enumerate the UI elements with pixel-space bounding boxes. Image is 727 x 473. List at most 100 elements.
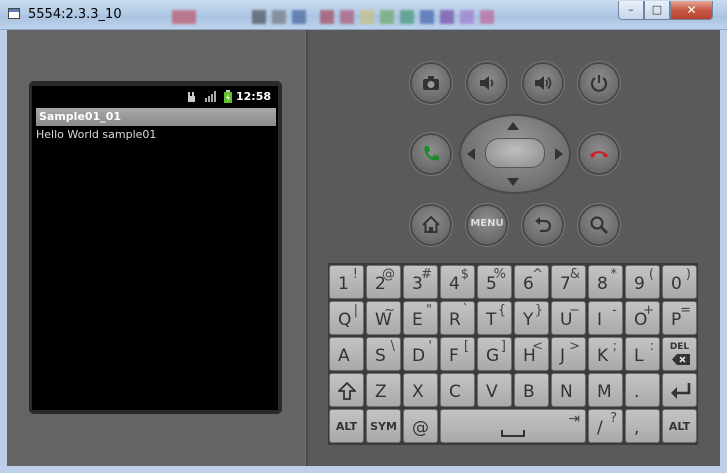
key-slash[interactable]: /?: [588, 409, 623, 443]
window-frame: [720, 30, 727, 466]
back-button[interactable]: [522, 204, 564, 246]
qwerty-keyboard: 1! 2 @ 3 # 4 $ 5% 6 ^ 7 & 8 * 9( 0) Q | W ~ E " R…: [328, 263, 698, 445]
key-o[interactable]: O +: [625, 301, 660, 335]
dpad-center-button[interactable]: [485, 138, 545, 168]
key-enter[interactable]: [662, 373, 697, 407]
key-l[interactable]: L:: [625, 337, 660, 371]
power-icon: [590, 75, 608, 92]
shift-icon: [338, 382, 356, 400]
blurred-background: [380, 10, 394, 24]
key-i[interactable]: I-: [588, 301, 623, 335]
key-period[interactable]: .: [625, 373, 660, 407]
key-comma[interactable]: ,: [625, 409, 660, 443]
blurred-background: [360, 10, 374, 24]
minimize-button[interactable]: –: [618, 1, 644, 20]
key-alt-right[interactable]: ALT: [662, 409, 697, 443]
key-at[interactable]: @: [403, 409, 438, 443]
key-u[interactable]: U −: [551, 301, 586, 335]
call-button[interactable]: [410, 133, 452, 175]
key-q[interactable]: Q |: [329, 301, 364, 335]
power-button[interactable]: [578, 62, 620, 104]
key-del[interactable]: DEL: [662, 337, 697, 371]
dpad-up-icon[interactable]: [507, 122, 519, 130]
camera-button[interactable]: [410, 62, 452, 104]
camera-icon: [423, 76, 439, 90]
key-w[interactable]: W ~: [366, 301, 401, 335]
blurred-background: [420, 10, 434, 24]
blurred-background: [440, 10, 454, 24]
blurred-background: [400, 10, 414, 24]
app-title: Sample01_01: [39, 110, 122, 123]
key-h[interactable]: H <: [514, 337, 549, 371]
volume-down-button[interactable]: [466, 62, 508, 104]
maximize-button[interactable]: □: [644, 1, 670, 20]
enter-icon: [671, 383, 691, 399]
key-y[interactable]: Y}: [514, 301, 549, 335]
key-s[interactable]: S \: [366, 337, 401, 371]
key-a[interactable]: A: [329, 337, 364, 371]
end-call-icon: [590, 151, 608, 158]
key-b[interactable]: B: [514, 373, 549, 407]
blurred-background: [320, 10, 334, 24]
key-r[interactable]: R `: [440, 301, 475, 335]
volume-up-button[interactable]: [522, 62, 564, 104]
key-space[interactable]: ⇥: [440, 409, 586, 443]
key-d[interactable]: D ': [403, 337, 438, 371]
volume-down-icon: [480, 76, 494, 90]
key-f[interactable]: F[: [440, 337, 475, 371]
key-5[interactable]: 5%: [477, 265, 512, 299]
key-v[interactable]: V: [477, 373, 512, 407]
end-call-button[interactable]: [578, 133, 620, 175]
key-m[interactable]: M: [588, 373, 623, 407]
menu-button[interactable]: MENU: [466, 204, 508, 246]
blurred-background: [272, 10, 286, 24]
key-j[interactable]: J >: [551, 337, 586, 371]
key-shift[interactable]: [329, 373, 364, 407]
key-t[interactable]: T{: [477, 301, 512, 335]
menu-label: MENU: [470, 218, 504, 229]
window-frame: [0, 30, 7, 466]
status-time: 12:58: [235, 90, 271, 103]
key-e[interactable]: E ": [403, 301, 438, 335]
backspace-icon: [672, 354, 690, 365]
blurred-background: [480, 10, 494, 24]
window-frame: [0, 466, 727, 473]
key-k[interactable]: K;: [588, 337, 623, 371]
key-4[interactable]: 4 $: [440, 265, 475, 299]
key-8[interactable]: 8 *: [588, 265, 623, 299]
blurred-background: [460, 10, 474, 24]
key-z[interactable]: Z: [366, 373, 401, 407]
key-n[interactable]: N: [551, 373, 586, 407]
key-p[interactable]: P =: [662, 301, 697, 335]
key-3[interactable]: 3 #: [403, 265, 438, 299]
key-2[interactable]: 2 @: [366, 265, 401, 299]
key-c[interactable]: C: [440, 373, 475, 407]
search-button[interactable]: [578, 204, 620, 246]
signal-icon: [205, 91, 216, 102]
key-6[interactable]: 6 ^: [514, 265, 549, 299]
space-icon: [501, 430, 525, 437]
key-1[interactable]: 1!: [329, 265, 364, 299]
dpad-down-icon[interactable]: [507, 178, 519, 186]
blurred-background: [252, 10, 266, 24]
app-content-text: Hello World sample01: [36, 128, 157, 141]
home-button[interactable]: [410, 204, 452, 246]
key-sym[interactable]: SYM: [366, 409, 401, 443]
phone-screen[interactable]: 12:58 Sample01_01 Hello World sample01: [32, 86, 278, 410]
volume-up-icon: [535, 76, 552, 90]
app-icon: [8, 8, 20, 19]
blurred-background: [172, 10, 196, 24]
key-0[interactable]: 0): [662, 265, 697, 299]
window-titlebar[interactable]: 5554:2.3.3_10 – □ ✕: [0, 0, 727, 30]
battery-charging-icon: [224, 90, 232, 103]
blurred-background: [292, 10, 306, 24]
dpad[interactable]: [459, 114, 571, 194]
key-g[interactable]: G]: [477, 337, 512, 371]
key-x[interactable]: X: [403, 373, 438, 407]
key-9[interactable]: 9(: [625, 265, 660, 299]
key-7[interactable]: 7 &: [551, 265, 586, 299]
dpad-left-icon[interactable]: [467, 148, 475, 160]
close-button[interactable]: ✕: [670, 1, 713, 20]
dpad-right-icon[interactable]: [555, 148, 563, 160]
key-alt-left[interactable]: ALT: [329, 409, 364, 443]
